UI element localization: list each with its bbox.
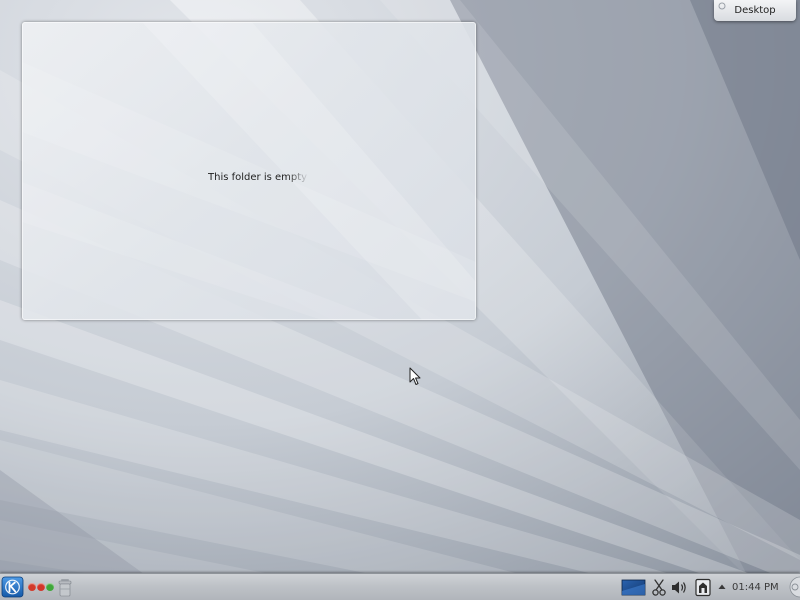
scissors-icon[interactable]: [652, 578, 666, 597]
empty-folder-message: This folder is empty: [208, 172, 308, 183]
desktop[interactable]: This folder is empty Desktop 01:44 PM: [0, 0, 800, 600]
desktop-toolbox-button[interactable]: Desktop: [714, 0, 796, 21]
trash-icon[interactable]: [57, 576, 73, 598]
show-desktop-icon[interactable]: [621, 578, 646, 597]
folder-view-widget[interactable]: This folder is empty: [22, 22, 476, 320]
bottom-panel: 01:44 PM: [0, 573, 800, 600]
pager-desktop-2[interactable]: [37, 583, 45, 591]
cashew-icon: [718, 2, 726, 10]
volume-icon[interactable]: [670, 578, 688, 597]
digital-clock[interactable]: 01:44 PM: [732, 574, 779, 600]
folder-view-sheen: [22, 22, 476, 320]
panel-toolbox-icon[interactable]: [784, 576, 800, 598]
mouse-cursor-icon: [409, 367, 421, 385]
kde-application-launcher-icon[interactable]: [1, 576, 24, 598]
virtual-desktop-pager[interactable]: [28, 583, 54, 593]
desktop-toolbox-label: Desktop: [734, 5, 776, 16]
tray-expand-arrow-icon[interactable]: [717, 578, 727, 597]
device-notifier-icon[interactable]: [694, 578, 712, 597]
pager-desktop-3[interactable]: [46, 583, 54, 591]
pager-desktop-1[interactable]: [28, 583, 36, 591]
